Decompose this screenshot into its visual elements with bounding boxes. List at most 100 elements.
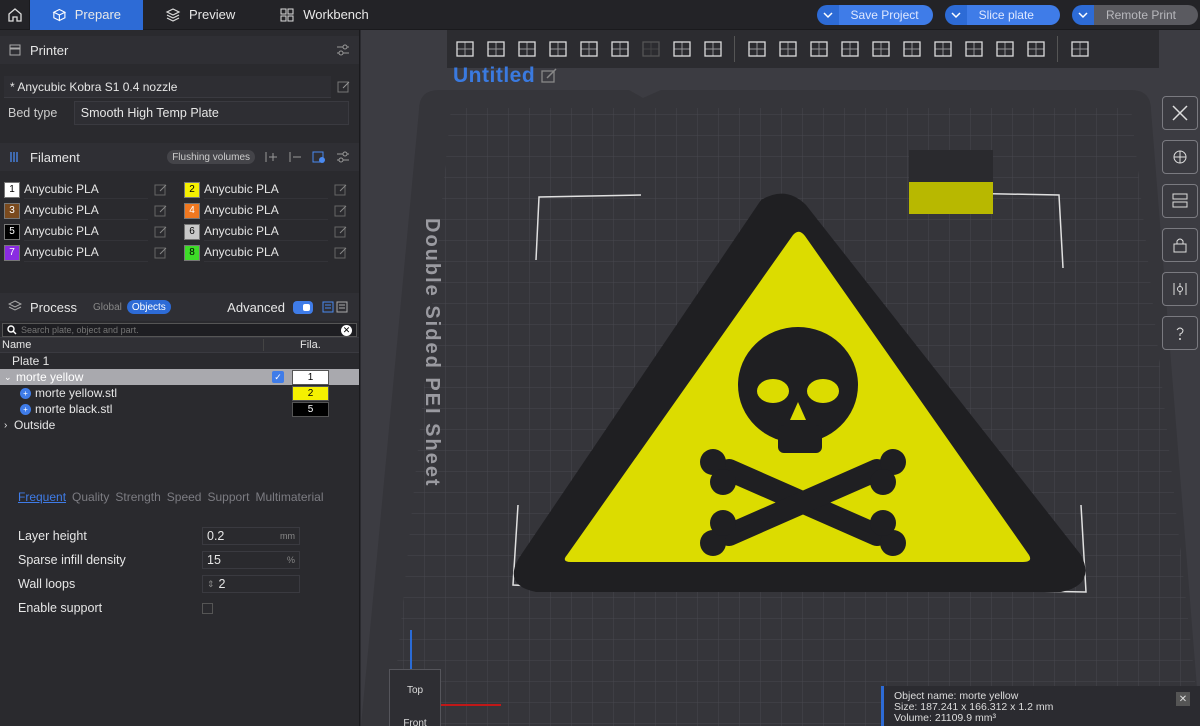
filament-color-swatch[interactable]: 5 [4,223,20,240]
bed-type-select[interactable]: Smooth High Temp Plate [73,101,349,125]
filament-name-select[interactable]: Anycubic PLA [24,181,148,199]
add-filament-icon[interactable] [263,150,279,164]
arrange-button[interactable] [482,36,509,63]
filament-color-swatch[interactable]: 3 [4,202,20,219]
object-row-selected[interactable]: ⌄ morte yellow ✓ 1 [0,369,359,385]
objects-toggle[interactable]: Objects [126,300,171,314]
compare-icon[interactable] [321,300,351,314]
close-view-button[interactable] [1162,96,1198,130]
outside-row[interactable]: › Outside [0,417,359,433]
category-tab-quality[interactable]: Quality [72,490,109,504]
home-button[interactable] [0,0,30,30]
chevron-down-icon[interactable] [944,5,967,25]
measure-button[interactable] [1022,36,1049,63]
filament-color-swatch[interactable]: 8 [184,244,200,261]
auto-orient-button[interactable] [513,36,540,63]
slice-plate-button[interactable]: Slice plate [944,5,1060,25]
chevron-down-icon[interactable] [1071,5,1094,25]
category-tab-multimaterial[interactable]: Multimaterial [256,490,324,504]
filament-row[interactable]: 1 Anycubic PLA [4,179,184,200]
edit-icon[interactable] [332,181,350,199]
category-tab-speed[interactable]: Speed [167,490,202,504]
filament-color-swatch[interactable]: 4 [184,202,200,219]
global-toggle[interactable]: Global [88,300,127,314]
drop-button[interactable] [544,36,571,63]
enable-support-checkbox[interactable] [202,602,213,614]
settings-sliders-icon[interactable] [335,43,351,57]
filament-row[interactable]: 8 Anycubic PLA [184,242,364,263]
filament-color-swatch[interactable]: 2 [184,181,200,198]
filament-name-select[interactable]: Anycubic PLA [204,223,328,241]
view-cube[interactable]: Top Front [389,669,441,726]
cut-button[interactable] [836,36,863,63]
plate-settings-button[interactable] [1162,272,1198,306]
view-cube-front[interactable]: Front [390,718,440,726]
remove-filament-icon[interactable] [287,150,303,164]
move-button[interactable] [699,36,726,63]
edit-icon[interactable] [152,223,170,241]
filament-name-select[interactable]: Anycubic PLA [24,223,148,241]
stepper-icon[interactable]: ⇕ [207,579,215,590]
scale-button[interactable] [774,36,801,63]
chevron-down-icon[interactable] [816,5,839,25]
filament-name-select[interactable]: Anycubic PLA [204,202,328,220]
filament-row[interactable]: 4 Anycubic PLA [184,200,364,221]
split-objects-button[interactable] [606,36,633,63]
filament-color-swatch[interactable]: 7 [4,244,20,261]
lay-on-face-button[interactable] [805,36,832,63]
filament-row[interactable]: 5 Anycubic PLA [4,221,184,242]
object-fila-box[interactable]: 1 [292,369,329,385]
printer-preset-select[interactable]: * Anycubic Kobra S1 0.4 nozzle [4,76,332,98]
search-input[interactable] [21,325,337,335]
edit-icon[interactable] [332,244,350,262]
filament-name-select[interactable]: Anycubic PLA [204,244,328,262]
filament-color-swatch[interactable]: 6 [184,223,200,240]
category-tab-strength[interactable]: Strength [115,490,160,504]
edit-icon[interactable] [152,244,170,262]
layout-button[interactable] [575,36,602,63]
part-row[interactable]: + morte black.stl 5 [0,401,359,417]
clear-search-icon[interactable]: ✕ [341,324,352,336]
color-paint-button[interactable] [960,36,987,63]
checkbox-icon[interactable]: ✓ [272,371,284,383]
support-paint-button[interactable] [898,36,925,63]
mirror-button[interactable] [867,36,894,63]
category-tab-frequent[interactable]: Frequent [18,490,66,504]
edit-icon[interactable] [152,181,170,199]
edit-icon[interactable] [541,68,559,84]
project-title[interactable]: Untitled [453,64,559,88]
view-cube-top[interactable]: Top [390,685,440,696]
sync-filament-icon[interactable] [311,150,327,164]
tab-workbench[interactable]: Workbench [257,0,391,30]
assembly-button[interactable] [1066,36,1093,63]
param-input[interactable]: 15% [202,551,300,569]
part-fila-box[interactable]: 5 [292,401,329,417]
filament-color-swatch[interactable]: 1 [4,181,20,198]
more-button[interactable] [1162,316,1198,350]
close-icon[interactable]: ✕ [1176,692,1190,706]
edit-icon[interactable] [332,202,350,220]
save-project-button[interactable]: Save Project [816,5,933,25]
split-parts-button[interactable] [637,36,664,63]
plate-row[interactable]: Plate 1 [0,353,359,369]
auto-arrange-button[interactable] [1162,140,1198,174]
flushing-volumes-button[interactable]: Flushing volumes [167,150,255,164]
chevron-right-icon[interactable]: › [4,420,14,431]
filament-row[interactable]: 2 Anycubic PLA [184,179,364,200]
filament-row[interactable]: 3 Anycubic PLA [4,200,184,221]
filament-row[interactable]: 7 Anycubic PLA [4,242,184,263]
seam-paint-button[interactable] [929,36,956,63]
advanced-switch[interactable] [293,300,313,314]
filament-name-select[interactable]: Anycubic PLA [204,181,328,199]
chevron-down-icon[interactable]: ⌄ [4,372,16,383]
add-object-button[interactable] [451,36,478,63]
tab-prepare[interactable]: Prepare [30,0,143,30]
filament-row[interactable]: 6 Anycubic PLA [184,221,364,242]
tab-preview[interactable]: Preview [143,0,257,30]
param-input[interactable]: 0.2 mm [202,527,300,545]
edit-icon[interactable] [332,223,350,241]
align-button[interactable] [668,36,695,63]
filament-settings-icon[interactable] [335,150,351,164]
wall-loops-stepper[interactable]: ⇕ 2 [202,575,300,593]
plate-list-button[interactable] [1162,184,1198,218]
